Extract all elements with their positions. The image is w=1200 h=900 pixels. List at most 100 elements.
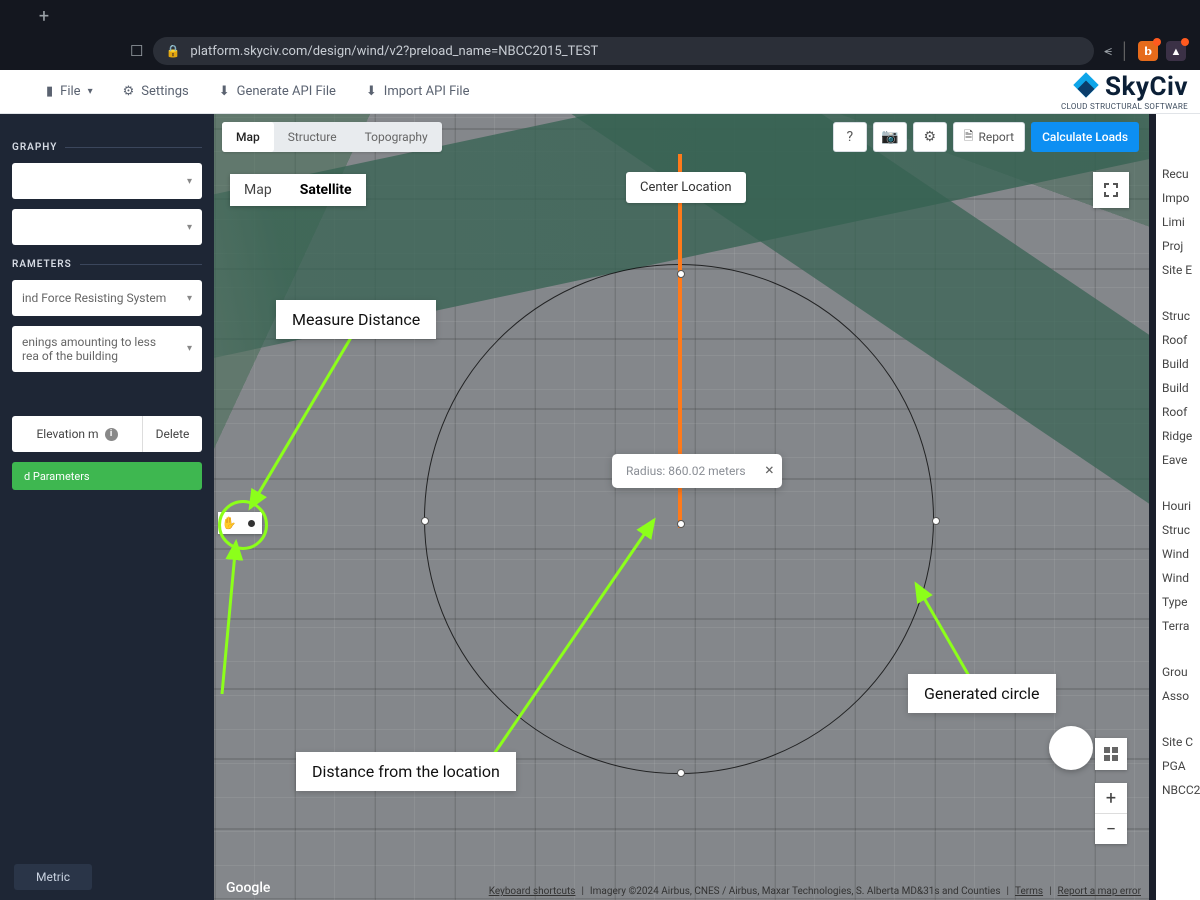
gear-button[interactable]: ⚙ xyxy=(913,122,947,152)
select-openings[interactable]: enings amounting to less rea of the buil… xyxy=(12,326,202,372)
calculate-button[interactable]: Calculate Loads xyxy=(1031,122,1139,152)
divider: │ xyxy=(1120,41,1130,61)
right-panel: RecuImpoLimiProjSite EStrucRoofBuildBuil… xyxy=(1156,114,1200,900)
parameters-button[interactable]: d Parameters xyxy=(12,462,202,490)
delete-button[interactable]: Delete xyxy=(142,416,202,452)
annotation-measure: Measure Distance xyxy=(276,300,436,339)
right-panel-item[interactable]: Wind xyxy=(1162,566,1194,590)
select-2[interactable]: ▾ xyxy=(12,209,202,245)
circle-node[interactable] xyxy=(421,517,429,525)
brand-logo: SkyCiv CLOUD STRUCTURAL SOFTWARE xyxy=(1061,72,1188,111)
center-location-label: Center Location xyxy=(626,172,746,203)
mapstyle-map[interactable]: Map xyxy=(230,174,286,206)
elevation-row: Elevation m i Delete xyxy=(12,416,202,452)
file-icon: ▮ xyxy=(46,84,53,99)
right-panel-item[interactable]: Proj xyxy=(1162,234,1194,258)
new-tab-button[interactable]: + xyxy=(30,2,58,30)
right-panel-item[interactable]: Roof xyxy=(1162,400,1194,424)
file-label: File xyxy=(60,84,80,99)
select-system[interactable]: ind Force Resisting System ▾ xyxy=(12,280,202,316)
file-menu[interactable]: ▮ File ▾ xyxy=(46,84,93,99)
highlight-circle xyxy=(218,500,268,550)
right-panel-item[interactable]: Ridge xyxy=(1162,424,1194,448)
chevron-down-icon: ▾ xyxy=(187,293,192,304)
right-panel-item[interactable]: Build xyxy=(1162,376,1194,400)
mapstyle-satellite[interactable]: Satellite xyxy=(286,174,366,206)
zoom-control: + − xyxy=(1095,783,1127,844)
select-openings-label: enings amounting to less rea of the buil… xyxy=(22,335,156,364)
chevron-down-icon: ▾ xyxy=(187,343,192,355)
lock-icon: 🔒 xyxy=(165,44,180,58)
gear-icon: ⚙ xyxy=(123,84,135,99)
generate-api-menu[interactable]: ⬇ Generate API File xyxy=(219,84,336,99)
annotation-generated: Generated circle xyxy=(908,674,1056,713)
close-icon[interactable]: × xyxy=(765,460,774,479)
import-api-label: Import API File xyxy=(384,84,470,99)
right-panel-item[interactable]: NBCC20 xyxy=(1162,778,1194,802)
right-panel-item[interactable]: Struc xyxy=(1162,518,1194,542)
right-panel-item[interactable]: Eave xyxy=(1162,448,1194,472)
section-header-graphy: GRAPHY xyxy=(12,142,202,153)
right-panel-item[interactable]: Houri xyxy=(1162,494,1194,518)
right-panel-item[interactable]: Roof xyxy=(1162,328,1194,352)
map-attribution: Keyboard shortcuts| Imagery ©2024 Airbus… xyxy=(489,886,1141,897)
right-panel-item[interactable]: Site E xyxy=(1162,258,1194,282)
help-button[interactable]: ? xyxy=(833,122,867,152)
logo-tagline: CLOUD STRUCTURAL SOFTWARE xyxy=(1061,102,1188,111)
annotation-distance: Distance from the location xyxy=(296,752,516,791)
imagery-text: Imagery ©2024 Airbus, CNES / Airbus, Max… xyxy=(590,886,1001,897)
logo-text: SkyCiv xyxy=(1105,72,1188,102)
bookmark-icon[interactable]: ☐ xyxy=(130,42,143,60)
select-1[interactable]: ▾ xyxy=(12,163,202,199)
settings-menu[interactable]: ⚙ Settings xyxy=(123,84,189,99)
report-label: Report xyxy=(978,130,1014,144)
tab-topography[interactable]: Topography xyxy=(351,122,442,152)
zoom-in-button[interactable]: + xyxy=(1095,783,1127,813)
circle-node[interactable] xyxy=(932,517,940,525)
right-panel-item[interactable]: Impo xyxy=(1162,186,1194,210)
elevation-cell[interactable]: Elevation m i xyxy=(12,416,142,452)
settings-label: Settings xyxy=(141,84,188,99)
logo-mark-icon xyxy=(1073,74,1099,100)
circle-node[interactable] xyxy=(677,270,685,278)
right-panel-item[interactable]: Terra xyxy=(1162,614,1194,638)
import-api-menu[interactable]: ⬇ Import API File xyxy=(366,84,470,99)
report-button[interactable]: 🗎Report xyxy=(953,122,1025,152)
zoom-out-button[interactable]: − xyxy=(1095,814,1127,844)
terms-link[interactable]: Terms xyxy=(1015,886,1043,897)
right-panel-item[interactable]: Asso xyxy=(1162,684,1194,708)
fullscreen-button[interactable] xyxy=(1093,172,1129,208)
radius-infobox: × Radius: 860.02 meters xyxy=(612,454,782,488)
report-error-link[interactable]: Report a map error xyxy=(1058,886,1141,897)
right-panel-item[interactable]: Build xyxy=(1162,352,1194,376)
chevron-down-icon: ▾ xyxy=(88,86,93,97)
camera-button[interactable]: 📷 xyxy=(873,122,907,152)
right-panel-item[interactable]: Wind xyxy=(1162,542,1194,566)
right-panel-item[interactable]: Recu xyxy=(1162,162,1194,186)
select-system-label: ind Force Resisting System xyxy=(22,291,166,305)
tab-map[interactable]: Map xyxy=(222,122,274,152)
share-icon[interactable]: ⪪ xyxy=(1104,43,1112,59)
right-panel-item[interactable]: Site C xyxy=(1162,730,1194,754)
extension-badge-1[interactable]: 𝗯 xyxy=(1138,41,1158,61)
google-logo: Google xyxy=(226,880,270,896)
right-panel-item[interactable]: Grou xyxy=(1162,660,1194,684)
right-panel-item[interactable]: Type xyxy=(1162,590,1194,614)
layers-button[interactable] xyxy=(1095,738,1127,770)
elevation-label: Elevation m xyxy=(36,427,98,441)
tab-structure[interactable]: Structure xyxy=(274,122,351,152)
section-header-parameters: RAMETERS xyxy=(12,259,202,270)
extension-badge-2[interactable]: ▲ xyxy=(1166,41,1186,61)
download-icon: ⬇ xyxy=(219,84,230,99)
info-icon[interactable]: i xyxy=(105,428,118,441)
map-style-switch: Map Satellite xyxy=(230,174,366,206)
right-panel-item[interactable]: PGA xyxy=(1162,754,1194,778)
url-bar[interactable]: 🔒 platform.skyciv.com/design/wind/v2?pre… xyxy=(153,37,1094,65)
circle-node[interactable] xyxy=(677,769,685,777)
right-panel-item[interactable]: Struc xyxy=(1162,304,1194,328)
center-node[interactable] xyxy=(677,520,685,528)
units-toggle[interactable]: Metric xyxy=(14,864,92,890)
compass-icon[interactable] xyxy=(1049,726,1093,770)
keyboard-shortcuts-link[interactable]: Keyboard shortcuts xyxy=(489,886,576,897)
right-panel-item[interactable]: Limi xyxy=(1162,210,1194,234)
